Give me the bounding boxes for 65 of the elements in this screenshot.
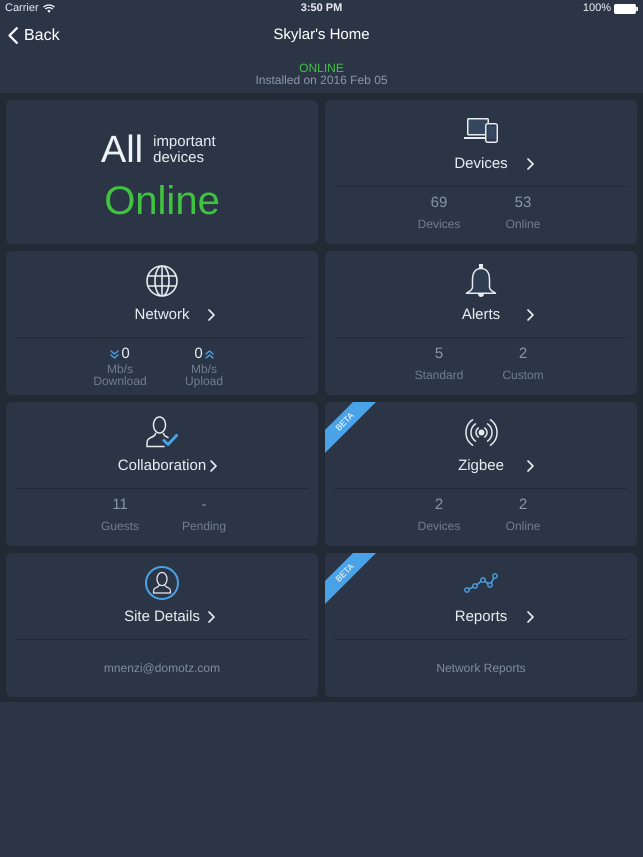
- stat-label: Standard: [414, 368, 464, 382]
- tile-title: Reports: [454, 607, 508, 627]
- dashboard-card[interactable]: Site Details mnenzi@domotz.com: [6, 553, 318, 697]
- rate-label: Upload: [184, 375, 224, 387]
- globe-icon: [146, 265, 178, 297]
- tile-title: Site Details: [123, 607, 201, 627]
- line-chart-icon: [464, 573, 498, 593]
- chevron-right-icon: [208, 309, 215, 321]
- install-date: Installed on 2016 Feb 05: [255, 74, 388, 86]
- stat-value: 5: [434, 345, 444, 363]
- tile-title: Zigbee: [457, 456, 505, 476]
- tile-title: Network: [133, 305, 190, 325]
- back-button[interactable]: Back: [8, 24, 60, 48]
- stat-value: 69: [430, 194, 448, 212]
- user-circle-icon: [145, 566, 179, 600]
- rate-value: 0: [194, 345, 203, 363]
- radio-signal-icon: [464, 416, 498, 448]
- user-check-icon: [146, 416, 178, 448]
- chevron-right-icon: [210, 460, 218, 472]
- dashboard-card[interactable]: Devices 69 Devices 53 Online: [325, 100, 637, 244]
- tile-title: Alerts: [460, 305, 502, 325]
- dashboard-card[interactable]: Alerts 5 Standard 2 Custom: [325, 251, 637, 395]
- chevron-right-icon: [527, 611, 534, 623]
- all-text: All: [100, 130, 144, 170]
- stat-label: Online: [506, 519, 540, 533]
- rate-value: 0: [121, 345, 130, 363]
- battery-icon: [614, 4, 638, 14]
- dashboard-card[interactable]: Collaboration 11 Guests - Pending: [6, 402, 318, 546]
- double-chevron-up-icon: [204, 350, 214, 358]
- stat-label: Guests: [100, 519, 139, 533]
- footer-text: Network Reports: [436, 660, 526, 676]
- online-label: ONLINE: [299, 62, 344, 74]
- bell-icon: [465, 264, 497, 298]
- rate-label: Download: [93, 375, 147, 387]
- double-chevron-down-icon: [110, 350, 120, 358]
- rate-unit: Mb/s: [106, 363, 133, 375]
- carrier-label: Carrier: [5, 1, 39, 16]
- stat-label: Devices: [418, 217, 460, 231]
- battery-percent: 100%: [582, 1, 611, 16]
- tile-title: Collaboration: [118, 456, 206, 476]
- online-status: Online: [104, 179, 220, 223]
- tile-title: Devices: [453, 154, 509, 174]
- stat-value: 11: [112, 496, 128, 514]
- chevron-right-icon: [527, 460, 534, 472]
- chevron-right-icon: [527, 158, 534, 170]
- screen-title: Skylar's Home: [273, 25, 370, 46]
- chevron-right-icon: [208, 611, 215, 623]
- chevron-left-icon: [8, 27, 18, 44]
- stat-value: 2: [518, 496, 528, 514]
- stat-label: Custom: [502, 368, 544, 382]
- footer-text: mnenzi@domotz.com: [104, 660, 220, 676]
- rate-unit: Mb/s: [190, 363, 217, 375]
- stat-value: 2: [434, 496, 444, 514]
- wifi-icon: [42, 4, 55, 13]
- stat-label: Online: [506, 217, 540, 231]
- devices-note: important devices: [153, 134, 217, 166]
- chevron-right-icon: [527, 309, 534, 321]
- stat-label: Devices: [418, 519, 460, 533]
- stat-label: Pending: [182, 519, 226, 533]
- laptop-phone-icon: [464, 118, 498, 142]
- stat-value: 53: [514, 194, 532, 212]
- clock-time: 3:50 PM: [300, 1, 342, 16]
- dashboard-card[interactable]: Network 0 Mb/s Download 0 Mb/s Upload: [6, 251, 318, 395]
- stat-value: 2: [518, 345, 528, 363]
- stat-value: -: [202, 496, 206, 514]
